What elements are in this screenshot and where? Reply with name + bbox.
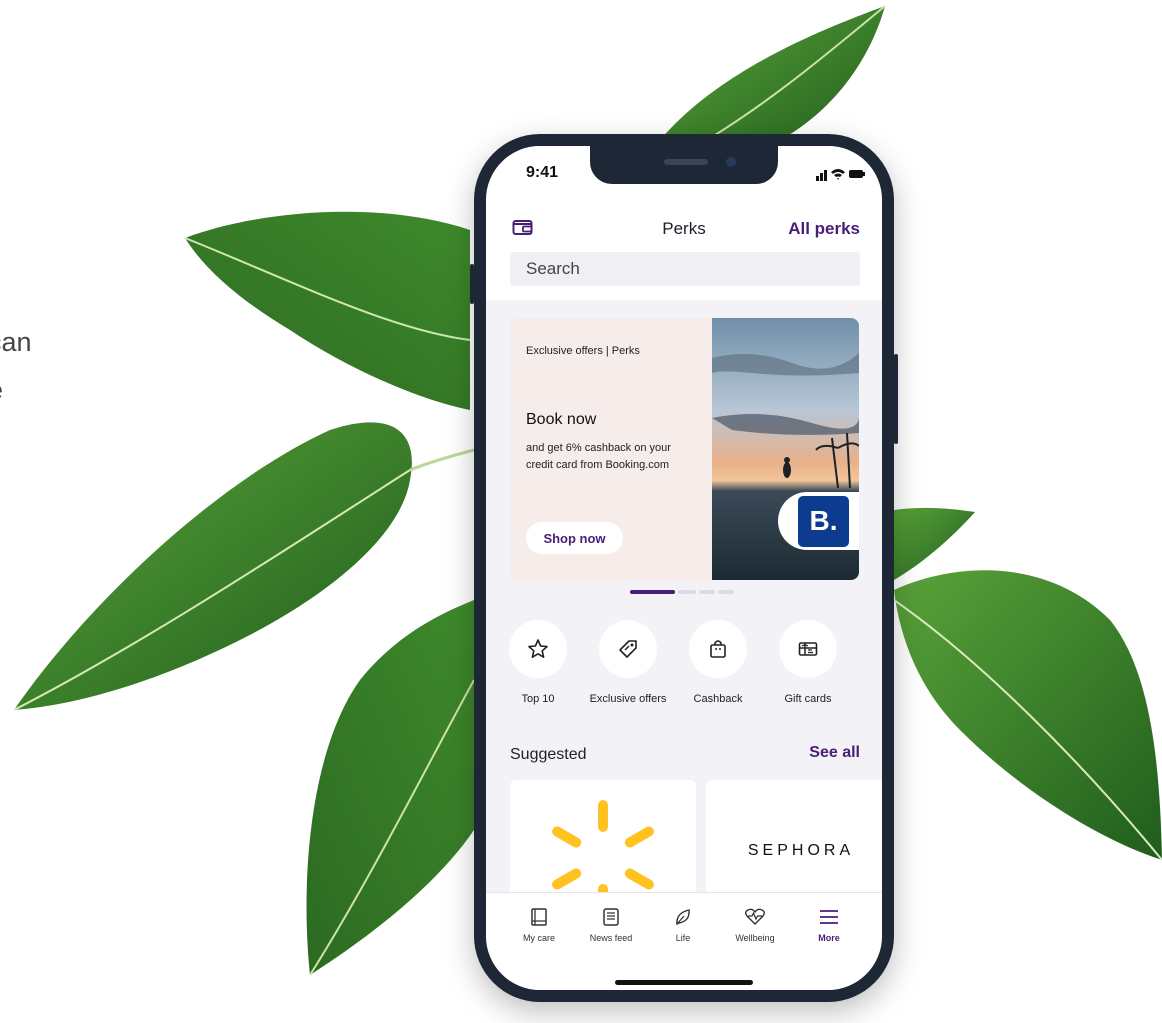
carousel-dot[interactable] — [678, 590, 696, 594]
speaker — [664, 159, 708, 165]
carousel-dot[interactable] — [699, 590, 715, 594]
tab-label: Wellbeing — [735, 933, 775, 943]
battery-icon — [849, 170, 863, 178]
status-icons — [816, 169, 865, 181]
leaf-icon — [676, 909, 690, 926]
banner-tag: Exclusive offers | Perks — [526, 345, 640, 357]
tab-label: More — [818, 933, 840, 943]
status-time: 9:41 — [526, 164, 559, 181]
home-indicator — [615, 980, 753, 985]
category-label: Top 10 — [521, 693, 555, 705]
tag-icon — [619, 640, 637, 658]
tab-label: Life — [675, 933, 691, 943]
tab-more[interactable]: More — [794, 903, 864, 943]
phone-side-button — [894, 354, 898, 444]
category-circle — [779, 620, 837, 678]
all-perks-link[interactable]: All perks — [788, 219, 860, 239]
tab-my-care[interactable]: My care — [504, 903, 574, 943]
side-text: can e — [0, 318, 32, 414]
shopping-bag-icon — [710, 640, 726, 658]
category-circle — [689, 620, 747, 678]
category-exclusive-offers[interactable]: Exclusive offers — [588, 620, 668, 708]
signal-icon — [816, 176, 819, 181]
banner-description: and get 6% cashback on your credit card … — [526, 442, 671, 471]
camera — [726, 157, 736, 167]
phone-screen: 9:41 Perks All perks Search Exclusive of… — [486, 146, 882, 990]
carousel-indicator — [630, 590, 740, 595]
phone-frame: 9:41 Perks All perks Search Exclusive of… — [470, 134, 898, 1002]
tab-wellbeing[interactable]: Wellbeing — [720, 903, 790, 943]
tab-news-feed[interactable]: News feed — [576, 903, 646, 943]
suggested-heading: Suggested — [510, 746, 587, 763]
sephora-logo-text: SEPHORA — [747, 842, 855, 859]
category-circle — [509, 620, 567, 678]
category-label: Gift cards — [784, 693, 832, 705]
leaf — [306, 600, 474, 975]
book-icon — [531, 908, 547, 926]
booking-logo: B. — [798, 496, 849, 547]
promo-banner[interactable]: Exclusive offers | Perks Book now and ge… — [510, 318, 859, 580]
category-cashback[interactable]: Cashback — [678, 620, 758, 708]
menu-icon — [820, 910, 838, 924]
leaf — [185, 211, 470, 410]
see-all-link[interactable]: See all — [809, 744, 860, 762]
search-input[interactable] — [510, 252, 860, 286]
bottom-tab-bar: My care News feed Life Wellbeing More — [486, 892, 882, 990]
category-label: Exclusive offers — [589, 693, 667, 705]
shop-now-button[interactable]: Shop now — [526, 522, 623, 554]
news-icon — [603, 908, 619, 926]
star-icon — [528, 639, 548, 658]
category-gift-cards[interactable]: Gift cards — [768, 620, 848, 708]
banner-headline: Book now — [526, 411, 597, 428]
tab-label: My care — [522, 933, 555, 943]
leaf — [894, 507, 975, 580]
wifi-icon — [831, 169, 845, 180]
tab-label: News feed — [589, 933, 633, 943]
category-circle — [599, 620, 657, 678]
side-text-line-2: e — [0, 366, 32, 414]
notch — [590, 146, 778, 184]
tab-life[interactable]: Life — [648, 903, 718, 943]
leaf — [14, 422, 412, 710]
banner-text-panel: Exclusive offers | Perks Book now and ge… — [510, 318, 713, 580]
gift-card-icon — [798, 642, 818, 656]
phone-side-button — [470, 264, 474, 304]
carousel-dot[interactable] — [718, 590, 734, 594]
carousel-dot-active[interactable] — [630, 590, 675, 594]
header: Perks All perks — [486, 196, 882, 300]
category-row: Top 10 Exclusive offers Cashback Gift ca… — [486, 620, 882, 730]
category-label: Cashback — [693, 693, 743, 705]
category-top-10[interactable]: Top 10 — [498, 620, 578, 708]
side-text-line-1: can — [0, 327, 32, 357]
leaf — [894, 570, 1162, 860]
heart-pulse-icon — [745, 908, 765, 925]
